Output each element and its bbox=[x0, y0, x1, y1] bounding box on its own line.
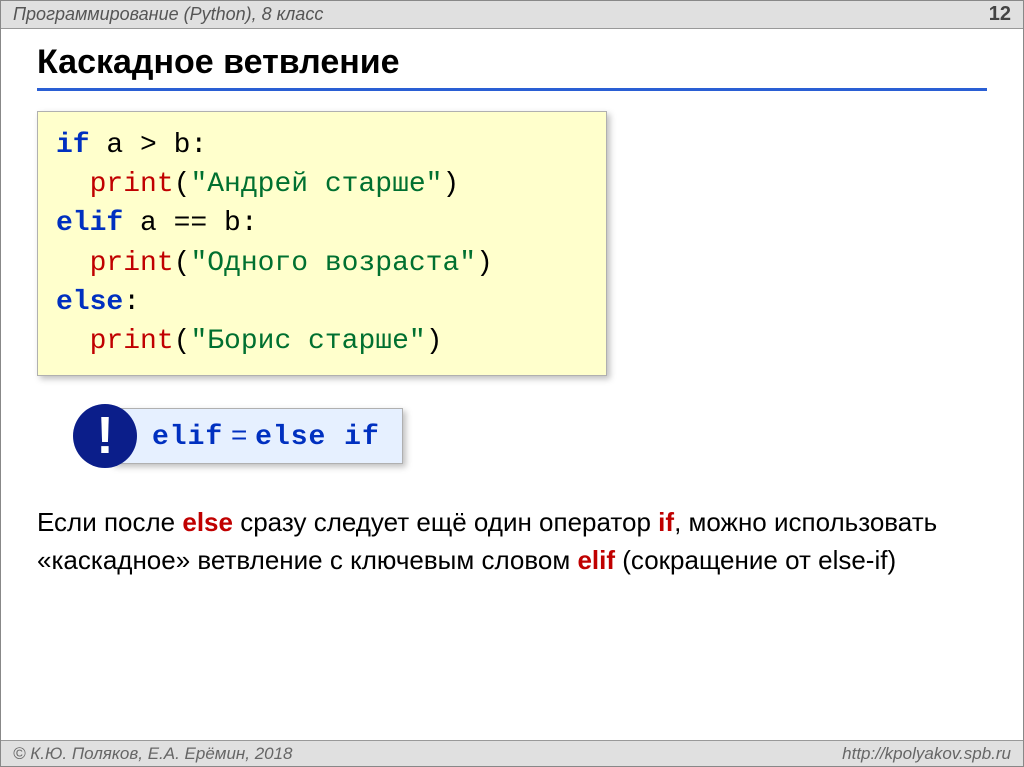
kw-if-inline: if bbox=[658, 507, 674, 537]
para-text: сразу следует ещё один оператор bbox=[233, 507, 658, 537]
page-number: 12 bbox=[989, 3, 1011, 26]
copyright: © К.Ю. Поляков, Е.А. Ерёмин, 2018 bbox=[13, 744, 842, 764]
string-literal: "Одного возраста" bbox=[190, 248, 476, 279]
para-text: (сокращение от else-if) bbox=[615, 545, 896, 575]
code-text: a > b: bbox=[90, 130, 208, 161]
content-area: Каскадное ветвление if a > b: print("Анд… bbox=[1, 29, 1023, 580]
title-rule bbox=[37, 88, 987, 91]
slide: Программирование (Python), 8 класс 12 Ка… bbox=[0, 0, 1024, 767]
para-text: Если после bbox=[37, 507, 182, 537]
fn-print: print bbox=[90, 326, 174, 357]
paren: ) bbox=[442, 169, 459, 200]
header-bar: Программирование (Python), 8 класс 12 bbox=[1, 1, 1023, 29]
course-title: Программирование (Python), 8 класс bbox=[13, 4, 989, 25]
paren: ) bbox=[426, 326, 443, 357]
paren: ( bbox=[174, 169, 191, 200]
code-text: : bbox=[123, 287, 140, 318]
indent bbox=[56, 169, 90, 200]
paren: ( bbox=[174, 326, 191, 357]
callout-lhs: elif bbox=[152, 422, 223, 453]
kw-elif: elif bbox=[56, 208, 123, 239]
footer-url: http://kpolyakov.spb.ru bbox=[842, 744, 1011, 764]
code-text: a == b: bbox=[123, 208, 257, 239]
slide-title: Каскадное ветвление bbox=[37, 43, 987, 82]
callout-box: elif = else if bbox=[111, 408, 403, 464]
fn-print: print bbox=[90, 169, 174, 200]
exclaim-badge: ! bbox=[73, 404, 137, 468]
indent bbox=[56, 326, 90, 357]
callout-rhs: else if bbox=[255, 422, 380, 453]
callout-eq: = bbox=[223, 419, 255, 450]
string-literal: "Андрей старше" bbox=[190, 169, 442, 200]
kw-elif-inline: elif bbox=[577, 545, 615, 575]
indent bbox=[56, 248, 90, 279]
explanation-paragraph: Если после else сразу следует ещё один о… bbox=[37, 504, 977, 579]
fn-print: print bbox=[90, 248, 174, 279]
code-block: if a > b: print("Андрей старше") elif a … bbox=[37, 111, 607, 376]
kw-else-inline: else bbox=[182, 507, 233, 537]
kw-else: else bbox=[56, 287, 123, 318]
paren: ( bbox=[174, 248, 191, 279]
callout-row: ! elif = else if bbox=[73, 404, 987, 468]
footer-bar: © К.Ю. Поляков, Е.А. Ерёмин, 2018 http:/… bbox=[1, 740, 1023, 766]
paren: ) bbox=[476, 248, 493, 279]
kw-if: if bbox=[56, 130, 90, 161]
string-literal: "Борис старше" bbox=[190, 326, 425, 357]
